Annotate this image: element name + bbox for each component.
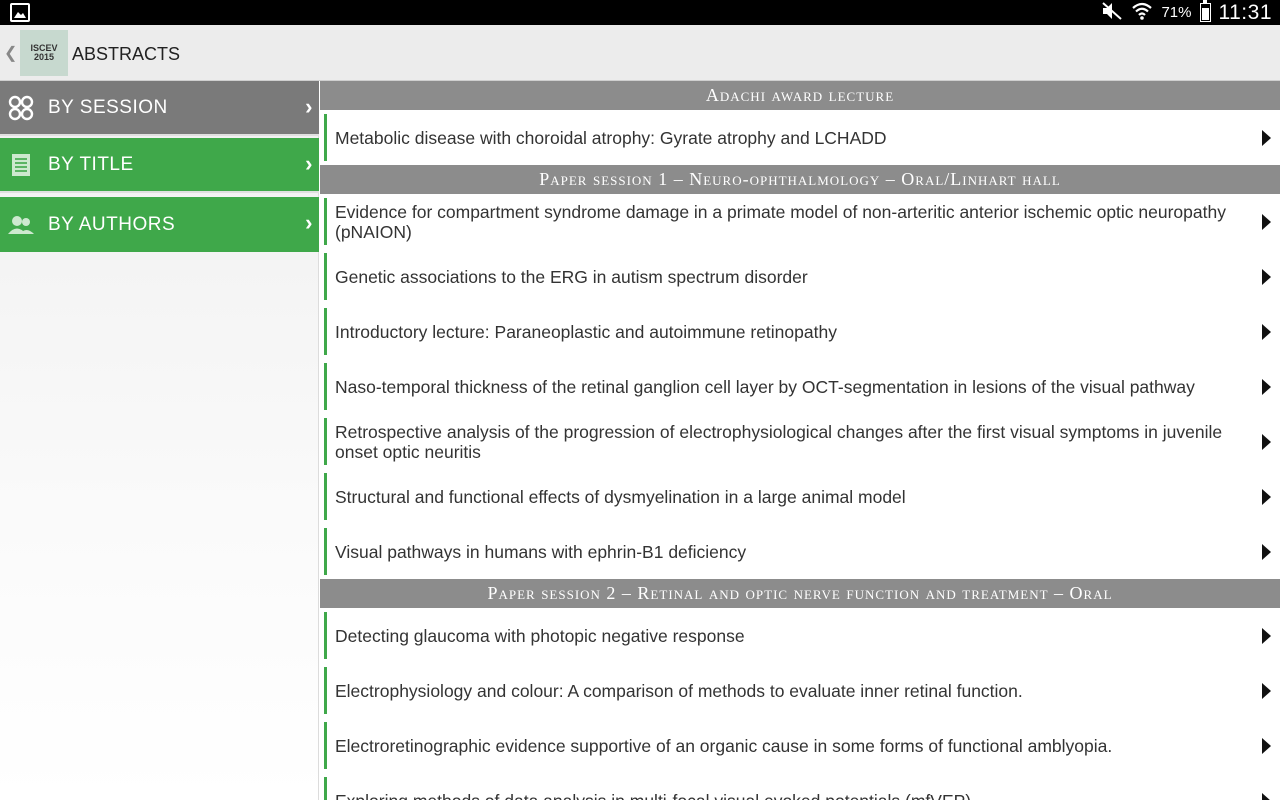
arrow-right-icon	[1262, 488, 1271, 505]
battery-percent: 71%	[1161, 4, 1192, 21]
arrow-right-icon	[1262, 792, 1271, 800]
abstract-title: Electrophysiology and colour: A comparis…	[335, 680, 1023, 701]
action-bar: ❮ ISCEV 2015 ABSTRACTS	[0, 25, 1280, 81]
accent-bar	[324, 777, 327, 800]
abstract-title: Evidence for compartment syndrome damage…	[335, 201, 1226, 242]
sidebar-item-label: BY AUTHORS	[48, 213, 176, 235]
arrow-right-icon	[1262, 129, 1271, 146]
accent-bar	[324, 612, 327, 659]
sidebar-item-label: BY TITLE	[48, 153, 134, 175]
arrow-right-icon	[1262, 378, 1271, 395]
accent-bar	[324, 114, 327, 161]
abstract-title: Introductory lecture: Paraneoplastic and…	[335, 321, 837, 342]
accent-bar	[324, 308, 327, 355]
abstract-title: Retrospective analysis of the progressio…	[335, 421, 1223, 462]
accent-bar	[324, 722, 327, 769]
abstract-title: Genetic associations to the ERG in autis…	[335, 266, 808, 287]
section-header: Paper session 1 – Neuro-ophthalmology – …	[320, 165, 1280, 194]
back-icon[interactable]: ❮	[4, 43, 17, 63]
people-icon	[8, 212, 34, 238]
wifi-icon	[1131, 1, 1153, 25]
gallery-icon	[10, 3, 30, 22]
list-item[interactable]: Retrospective analysis of the progressio…	[320, 414, 1280, 469]
list-item[interactable]: Naso-temporal thickness of the retinal g…	[320, 359, 1280, 414]
list-item[interactable]: Electroretinographic evidence supportive…	[320, 718, 1280, 773]
app-logo[interactable]: ISCEV 2015	[20, 30, 68, 76]
list-item[interactable]: Metabolic disease with choroidal atrophy…	[320, 110, 1280, 165]
list-item[interactable]: Structural and functional effects of dys…	[320, 469, 1280, 524]
arrow-right-icon	[1262, 268, 1271, 285]
list-item[interactable]: Evidence for compartment syndrome damage…	[320, 194, 1280, 249]
accent-bar	[324, 528, 327, 575]
sidebar: BY SESSION › BY TITLE › BY AUTHORS ›	[0, 81, 319, 800]
accent-bar	[324, 473, 327, 520]
list-item[interactable]: Electrophysiology and colour: A comparis…	[320, 663, 1280, 718]
sidebar-item-label: BY SESSION	[48, 96, 168, 118]
accent-bar	[324, 667, 327, 714]
list-item[interactable]: Genetic associations to the ERG in autis…	[320, 249, 1280, 304]
accent-bar	[324, 253, 327, 300]
abstract-title: Metabolic disease with choroidal atrophy…	[335, 127, 887, 148]
arrow-right-icon	[1262, 323, 1271, 340]
accent-bar	[324, 418, 327, 465]
arrow-right-icon	[1262, 627, 1271, 644]
page-title: ABSTRACTS	[72, 44, 181, 64]
section-header: Adachi award lecture	[320, 81, 1280, 110]
battery-icon	[1199, 0, 1211, 22]
abstract-list[interactable]: Adachi award lecture Metabolic disease w…	[320, 81, 1280, 800]
clock: 11:31	[1218, 0, 1272, 24]
sidebar-item-by-authors[interactable]: BY AUTHORS ›	[0, 197, 319, 252]
sidebar-item-by-session[interactable]: BY SESSION ›	[0, 81, 319, 136]
accent-bar	[324, 198, 327, 245]
list-item[interactable]: Detecting glaucoma with photopic negativ…	[320, 608, 1280, 663]
chevron-right-icon: ›	[305, 94, 313, 119]
chevron-right-icon: ›	[305, 210, 313, 235]
arrow-right-icon	[1262, 682, 1271, 699]
abstract-title: Visual pathways in humans with ephrin-B1…	[335, 541, 747, 562]
accent-bar	[324, 363, 327, 410]
grid-icon	[8, 95, 34, 121]
arrow-right-icon	[1262, 433, 1271, 450]
abstract-title: Structural and functional effects of dys…	[335, 486, 906, 507]
abstract-title: Naso-temporal thickness of the retinal g…	[335, 376, 1195, 397]
chevron-right-icon: ›	[305, 151, 313, 176]
status-bar: 71% 11:31	[0, 0, 1280, 25]
arrow-right-icon	[1262, 737, 1271, 754]
abstract-title: Detecting glaucoma with photopic negativ…	[335, 625, 745, 646]
list-item[interactable]: Exploring methods of data analysis in mu…	[320, 773, 1280, 800]
sidebar-item-by-title[interactable]: BY TITLE ›	[0, 138, 319, 193]
logo-line2: 2015	[33, 52, 55, 62]
arrow-right-icon	[1262, 543, 1271, 560]
list-item[interactable]: Introductory lecture: Paraneoplastic and…	[320, 304, 1280, 359]
list-item[interactable]: Visual pathways in humans with ephrin-B1…	[320, 524, 1280, 579]
section-header: Paper session 2 – Retinal and optic nerv…	[320, 579, 1280, 608]
mute-icon	[1101, 1, 1123, 25]
list-icon	[8, 152, 34, 178]
abstract-title: Exploring methods of data analysis in mu…	[335, 773, 1244, 800]
abstract-title: Electroretinographic evidence supportive…	[335, 735, 1113, 756]
arrow-right-icon	[1262, 213, 1271, 230]
